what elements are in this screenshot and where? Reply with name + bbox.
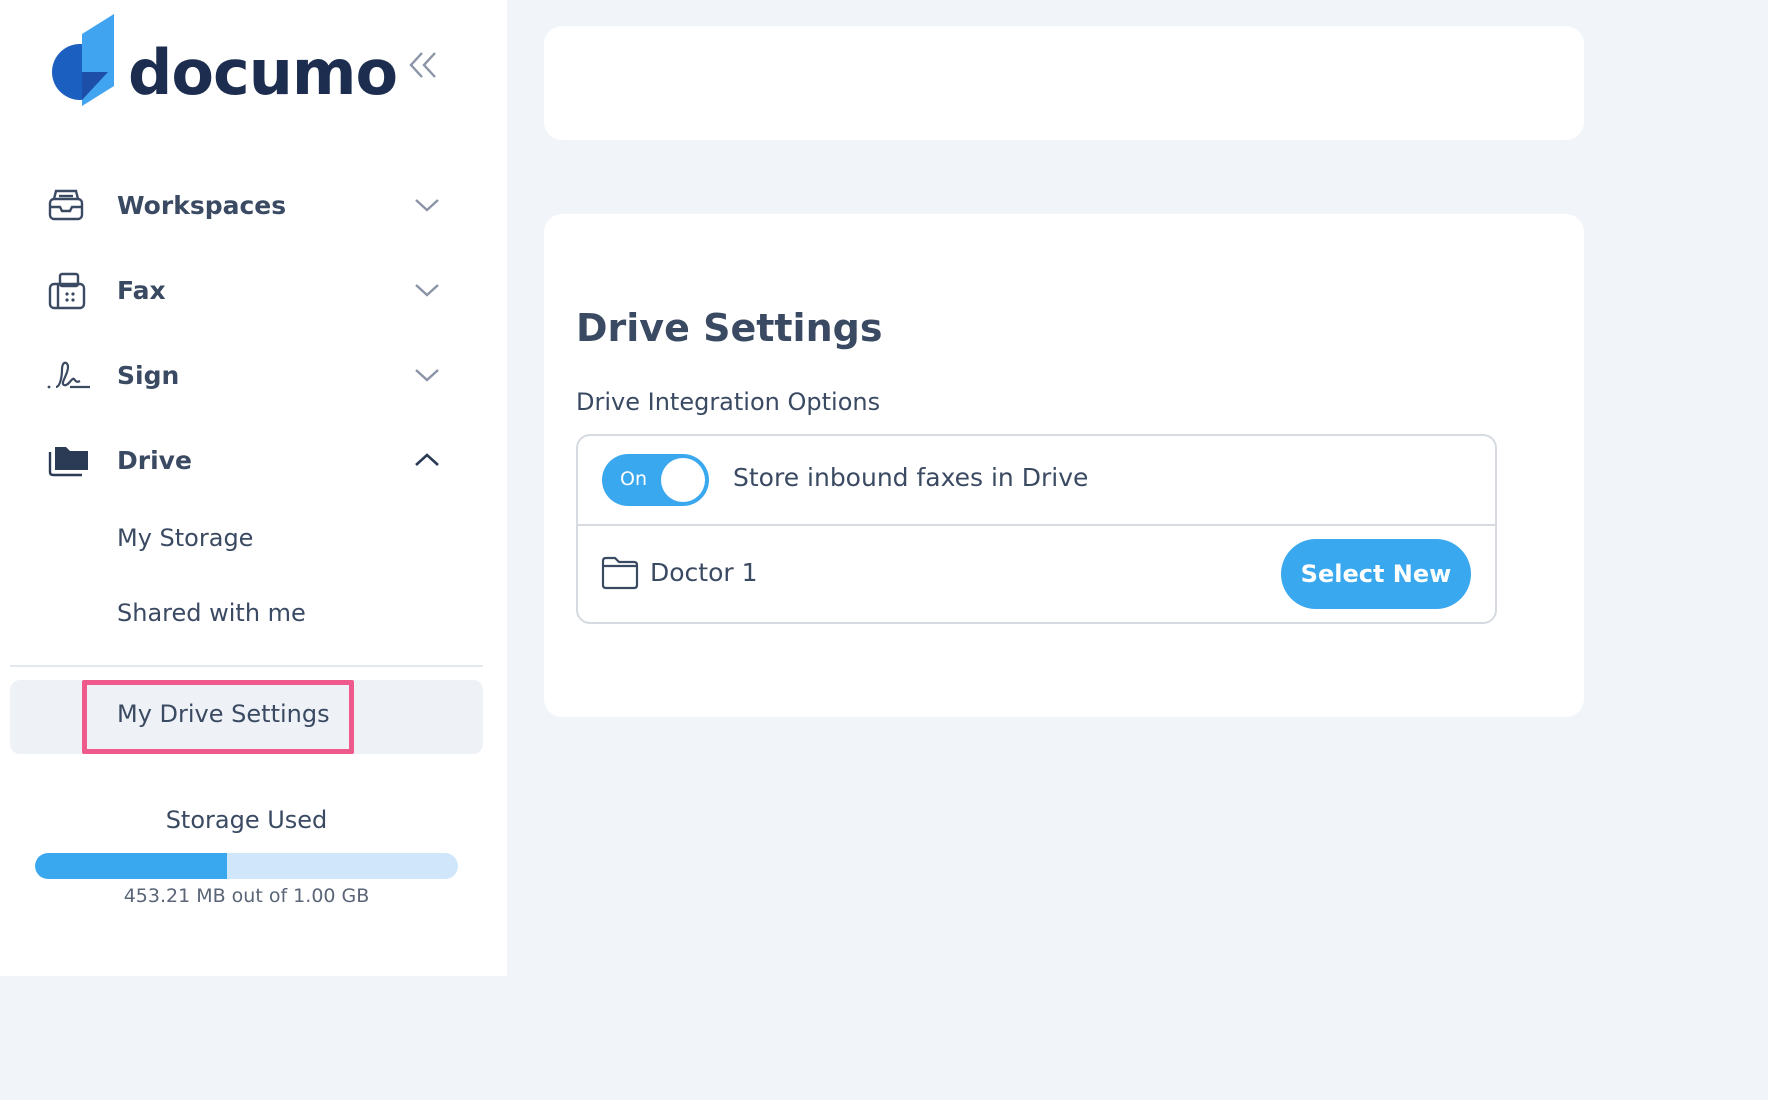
chevron-down-icon bbox=[412, 360, 442, 390]
sidebar-item-drive[interactable]: Drive bbox=[46, 435, 446, 485]
folder-icon bbox=[601, 556, 639, 590]
sidebar-item-fax[interactable]: Fax bbox=[46, 265, 446, 315]
storage-usage-text: 453.21 MB out of 1.00 GB bbox=[123, 885, 370, 907]
top-header-card bbox=[544, 26, 1584, 140]
fax-machine-icon bbox=[46, 268, 94, 312]
sidebar-divider bbox=[10, 665, 483, 667]
chevron-down-icon bbox=[412, 190, 442, 220]
chevron-up-icon bbox=[412, 445, 442, 475]
store-inbound-faxes-toggle[interactable]: On bbox=[602, 454, 709, 506]
sidebar: documo Workspaces Fax Sign Drive My Stor… bbox=[0, 0, 507, 976]
chevron-down-icon bbox=[412, 275, 442, 305]
sidebar-item-workspaces[interactable]: Workspaces bbox=[46, 180, 446, 230]
brand-name: documo bbox=[128, 36, 398, 109]
signature-icon bbox=[46, 353, 94, 397]
sidebar-item-label[interactable]: My Drive Settings bbox=[117, 700, 330, 728]
documo-logo-mark-icon bbox=[52, 14, 114, 106]
folder-stack-icon bbox=[46, 438, 94, 482]
sidebar-item-shared-with-me[interactable]: Shared with me bbox=[117, 599, 306, 627]
storage-progress-bar bbox=[35, 853, 458, 879]
toggle-state-label: On bbox=[620, 468, 647, 490]
section-label: Drive Integration Options bbox=[576, 388, 881, 416]
page-title: Drive Settings bbox=[576, 306, 883, 350]
selected-folder-name: Doctor 1 bbox=[650, 558, 758, 587]
sidebar-item-my-storage[interactable]: My Storage bbox=[117, 524, 253, 552]
sidebar-item-label: Workspaces bbox=[117, 190, 287, 220]
storage-progress-fill bbox=[35, 853, 227, 879]
inbox-tray-icon bbox=[46, 183, 94, 227]
double-chevron-left-icon bbox=[409, 52, 436, 78]
toggle-knob bbox=[661, 458, 705, 502]
options-divider bbox=[576, 524, 1497, 526]
sidebar-item-label: Sign bbox=[117, 360, 180, 390]
sidebar-item-sign[interactable]: Sign bbox=[46, 350, 446, 400]
toggle-description: Store inbound faxes in Drive bbox=[733, 463, 1089, 492]
storage-title: Storage Used bbox=[165, 806, 328, 834]
collapse-sidebar-button[interactable] bbox=[404, 48, 442, 82]
documo-logo[interactable]: documo bbox=[46, 14, 398, 109]
sidebar-item-label: Fax bbox=[117, 275, 166, 305]
sidebar-item-label: Drive bbox=[117, 445, 192, 475]
select-new-folder-button[interactable]: Select New bbox=[1281, 539, 1471, 609]
